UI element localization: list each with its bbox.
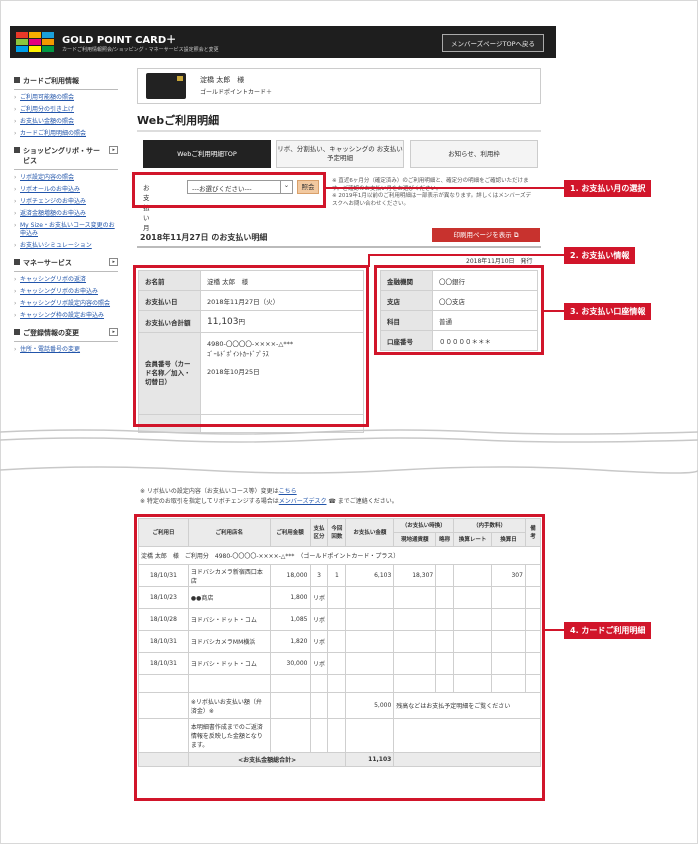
tab-payment-schedule[interactable]: リボ、分割払い、キャッシングの お支払い予定明細 [276,140,404,168]
sidebar-link[interactable]: キャッシングリボのお申込み [14,288,118,296]
callout-bank: 3. お支払い口座情報 [564,303,652,320]
notice-line: ※ 直近6ヶ月分（確定済み）のご利用明細と、確定分の明細をご確認いただけます。ご… [332,178,529,192]
revolving-settings-link[interactable]: こちら [279,488,297,495]
tab-notices[interactable]: お知らせ、利用枠 [410,140,538,168]
bullet-square-icon [14,259,20,265]
sidebar-link[interactable]: キャッシング枠の設定お申込み [14,312,118,320]
members-top-button[interactable]: メンバーズページTOPへ戻る [441,34,544,52]
tab-statement-top[interactable]: Webご利用明細TOP [143,140,271,168]
callout-payment: 2. お支払い情報 [564,247,636,264]
members-desk-link[interactable]: メンバーズデスク [279,498,327,505]
sidebar-link[interactable]: お支払い金額の照会 [14,118,118,126]
sidebar-section-heading: ご登録情報の変更 ▸ [14,328,118,342]
sidebar-section-title: カードご利用情報 [23,77,79,85]
issue-date: 2018年11月10日 発行 [466,258,533,265]
note-text: ※ 特定のお取引を指定してリボチェンジする場合は [140,498,279,505]
card-type: ゴールドポイントカード＋ [200,89,273,96]
print-button[interactable]: 印刷用ページを表示 ⧉ [432,228,540,242]
sidebar-link[interactable]: ご利用分の引き上げ [14,106,118,114]
callout-connector [545,629,566,631]
card-summary: 淀橋 太郎 様 ゴールドポイントカード＋ [137,68,541,104]
brand-name: GOLD POINT CARD＋ [62,35,177,46]
bullet-square-icon [14,329,20,335]
torn-separator [0,466,698,474]
phone-icon: ☎ [326,498,338,505]
sidebar: カードご利用情報ご利用可能額の照会ご利用分の引き上げお支払い金額の照会カードご利… [14,68,118,354]
callout-statement: 4. カードご利用明細 [564,622,652,639]
sidebar-link[interactable]: ご利用可能額の照会 [14,94,118,102]
note-text: ※ リボ払いの設定内容（お支払いコース等）変更は [140,488,279,495]
sidebar-link[interactable]: キャッシングリボ設定内容の照会 [14,300,118,308]
sidebar-link[interactable]: 返済金額増額のお申込み [14,210,118,218]
header-bar: GOLD POINT CARD＋ カードご利用情報照会/ショッピング・マネーサー… [10,26,556,58]
callout-connector [326,187,566,189]
expand-arrow-icon[interactable]: ▸ [109,146,118,154]
page-title: Webご利用明細 [137,114,220,127]
expand-arrow-icon[interactable]: ▸ [109,258,118,266]
brand-subtitle: カードご利用情報照会/ショッピング・マネーサービス設定照会と変更 [62,47,219,53]
callout-connector [544,310,566,312]
callout-month: 1. お支払い月の選択 [564,180,652,197]
sidebar-link[interactable]: リボオールのお申込み [14,186,118,194]
notice-text: ※ 直近6ヶ月分（確定済み）のご利用明細と、確定分の明細をご確認いただけます。ご… [332,178,532,208]
divider [137,246,541,248]
highlight-box-statement [134,514,545,801]
highlight-box-payment [133,265,369,427]
callout-connector [368,254,566,256]
sidebar-section-title: ご登録情報の変更 [23,329,79,337]
card-holder-name: 淀橋 太郎 様 [200,76,245,84]
sidebar-section-title: マネーサービス [23,259,72,267]
sidebar-link[interactable]: お支払いシミュレーション [14,242,118,250]
bullet-square-icon [14,77,20,83]
divider [137,130,541,132]
revolving-notes: ※ リボ払いの設定内容（お支払いコース等）変更はこちら ※ 特定のお取引を指定し… [140,487,398,507]
sidebar-link[interactable]: リボ設定内容の照会 [14,174,118,182]
sidebar-section-heading: カードご利用情報 [14,76,118,90]
sidebar-link[interactable]: リボチェンジのお申込み [14,198,118,206]
expand-arrow-icon[interactable]: ▸ [109,328,118,336]
notice-line: ※ 2019年1月以前のご利用明細は一部表示が異なります。詳しくはメンバーズデス… [332,193,532,207]
torn-separator [0,429,698,443]
statement-heading: 2018年11月27日 のお支払い明細 [140,233,268,242]
highlight-box-month [132,172,326,208]
print-button-label: 印刷用ページを表示 [453,231,512,239]
bullet-square-icon [14,147,20,153]
brand-logo [16,32,54,52]
sidebar-section-title: ショッピングリボ・サービス [23,147,100,165]
highlight-box-bank [374,265,544,355]
sidebar-link[interactable]: My Size・お支払いコース変更のお申込み [14,222,118,238]
sidebar-section-heading: ショッピングリボ・サービス ▸ [14,146,118,170]
external-window-icon: ⧉ [513,231,519,239]
sidebar-section-heading: マネーサービス ▸ [14,258,118,272]
sidebar-link[interactable]: 住所・電話番号の変更 [14,346,118,354]
card-image [146,73,186,99]
sidebar-link[interactable]: キャッシングリボの返済 [14,276,118,284]
note-text: までご連絡ください。 [337,498,398,505]
sidebar-link[interactable]: カードご利用明細の照会 [14,130,118,138]
